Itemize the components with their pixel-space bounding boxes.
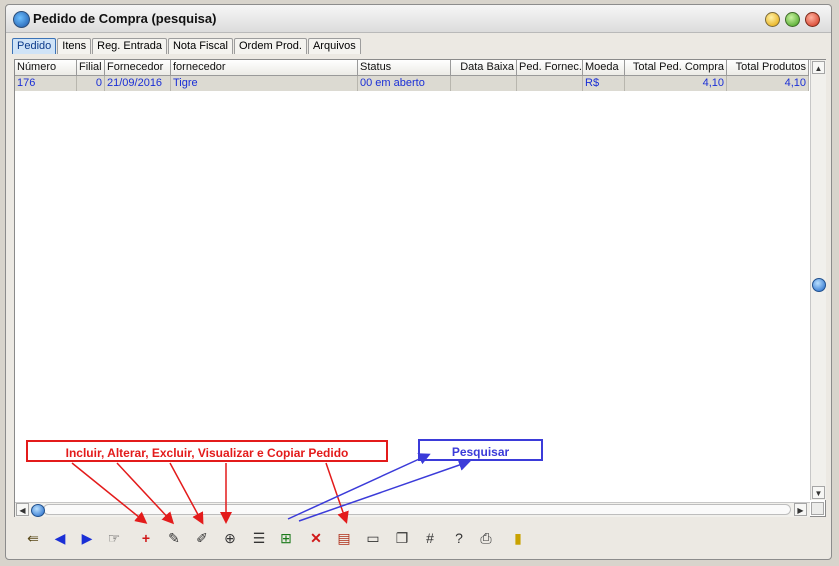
column-header-fornecedor-code[interactable]: Fornecedor	[105, 60, 171, 75]
title-bar: Pedido de Compra (pesquisa)	[6, 5, 831, 33]
column-header-ped-fornec[interactable]: Ped. Fornec.	[517, 60, 583, 75]
horizontal-scroll-thumb[interactable]	[31, 504, 45, 517]
annotation-blue: Pesquisar	[418, 439, 543, 461]
cell-numero: 176	[15, 76, 77, 91]
cell-total-produtos: 4,10	[727, 76, 809, 91]
column-header-moeda[interactable]: Moeda	[583, 60, 625, 75]
tab-nota-fiscal[interactable]: Nota Fiscal	[167, 38, 233, 54]
scroll-right-icon[interactable]: ▶	[794, 503, 807, 516]
table-row[interactable]: 176 0 21/09/2016 Tigre 00 em aberto R$ 4…	[15, 76, 809, 91]
toolbar: ⇚ ◀ ▶ ☞ + ✎ ✐ ⊕ ☰ ⊞ ✕ ▤ ▭ ❐ # ? ⎙ ▮	[14, 523, 826, 553]
cell-fornecedor-code: 21/09/2016	[105, 76, 171, 91]
tab-pedido[interactable]: Pedido	[12, 38, 57, 54]
grid-header: Número Filial Fornecedor fornecedor Stat…	[15, 60, 809, 76]
cell-filial: 0	[77, 76, 105, 91]
column-header-filial[interactable]: Filial	[77, 60, 105, 75]
cell-status: 00 em aberto	[358, 76, 451, 91]
cancel-icon[interactable]: ✕	[307, 529, 325, 547]
insert-icon[interactable]: +	[137, 529, 155, 547]
print-icon[interactable]: ⎙	[477, 529, 495, 547]
annotation-red: Incluir, Alterar, Excluir, Visualizar e …	[26, 440, 388, 462]
scroll-up-icon[interactable]: ▲	[812, 61, 825, 74]
vertical-scroll-thumb[interactable]	[812, 278, 826, 292]
cell-ped-fornec	[517, 76, 583, 91]
tab-itens[interactable]: Itens	[57, 38, 92, 54]
cell-total-ped-compra: 4,10	[625, 76, 727, 91]
horizontal-scroll-track[interactable]	[43, 504, 791, 515]
globe-icon	[13, 11, 30, 28]
minimize-button[interactable]	[765, 12, 780, 27]
hand-pointer-icon[interactable]: ☞	[105, 529, 123, 547]
scroll-corner	[811, 502, 824, 515]
close-button[interactable]	[805, 12, 820, 27]
copy-order-icon[interactable]: ☰	[250, 529, 268, 547]
help-icon[interactable]: ?	[450, 529, 468, 547]
tab-ordem-prod[interactable]: Ordem Prod.	[233, 38, 307, 54]
tab-strip: Pedido Itens Reg. Entrada Nota Fiscal Or…	[12, 38, 362, 55]
horizontal-scrollbar[interactable]: ◀ ▶	[15, 502, 810, 517]
card-icon[interactable]: ▭	[364, 529, 382, 547]
maximize-button[interactable]	[785, 12, 800, 27]
next-icon[interactable]: ▶	[78, 529, 96, 547]
column-header-total-produtos[interactable]: Total Produtos	[727, 60, 809, 75]
hash-icon[interactable]: #	[421, 529, 439, 547]
cell-data-baixa	[451, 76, 517, 91]
tab-reg-entrada[interactable]: Reg. Entrada	[92, 38, 167, 54]
previous-icon[interactable]: ◀	[51, 529, 69, 547]
scroll-left-icon[interactable]: ◀	[16, 503, 29, 516]
exit-icon[interactable]: ⇚	[24, 529, 42, 547]
delete-icon[interactable]: ✐	[193, 529, 211, 547]
column-header-numero[interactable]: Número	[15, 60, 77, 75]
tab-arquivos[interactable]: Arquivos	[307, 38, 361, 54]
window-title: Pedido de Compra (pesquisa)	[33, 11, 217, 26]
column-header-fornecedor[interactable]: fornecedor	[171, 60, 358, 75]
column-header-status[interactable]: Status	[358, 60, 451, 75]
document-icon[interactable]: ▤	[335, 529, 353, 547]
order-window: Pedido de Compra (pesquisa) Pedido Itens…	[5, 4, 832, 560]
cell-fornecedor: Tigre	[171, 76, 358, 91]
view-icon[interactable]: ⊕	[221, 529, 239, 547]
scroll-down-icon[interactable]: ▼	[812, 486, 825, 499]
column-header-data-baixa[interactable]: Data Baixa	[451, 60, 517, 75]
vertical-scrollbar[interactable]: ▲ ▼	[810, 60, 826, 500]
column-header-total-ped-compra[interactable]: Total Ped. Compra	[625, 60, 727, 75]
edit-icon[interactable]: ✎	[165, 529, 183, 547]
pages-icon[interactable]: ❐	[393, 529, 411, 547]
exit-door-icon[interactable]: ▮	[509, 529, 527, 547]
cell-moeda: R$	[583, 76, 625, 91]
search-icon[interactable]: ⊞	[277, 529, 295, 547]
